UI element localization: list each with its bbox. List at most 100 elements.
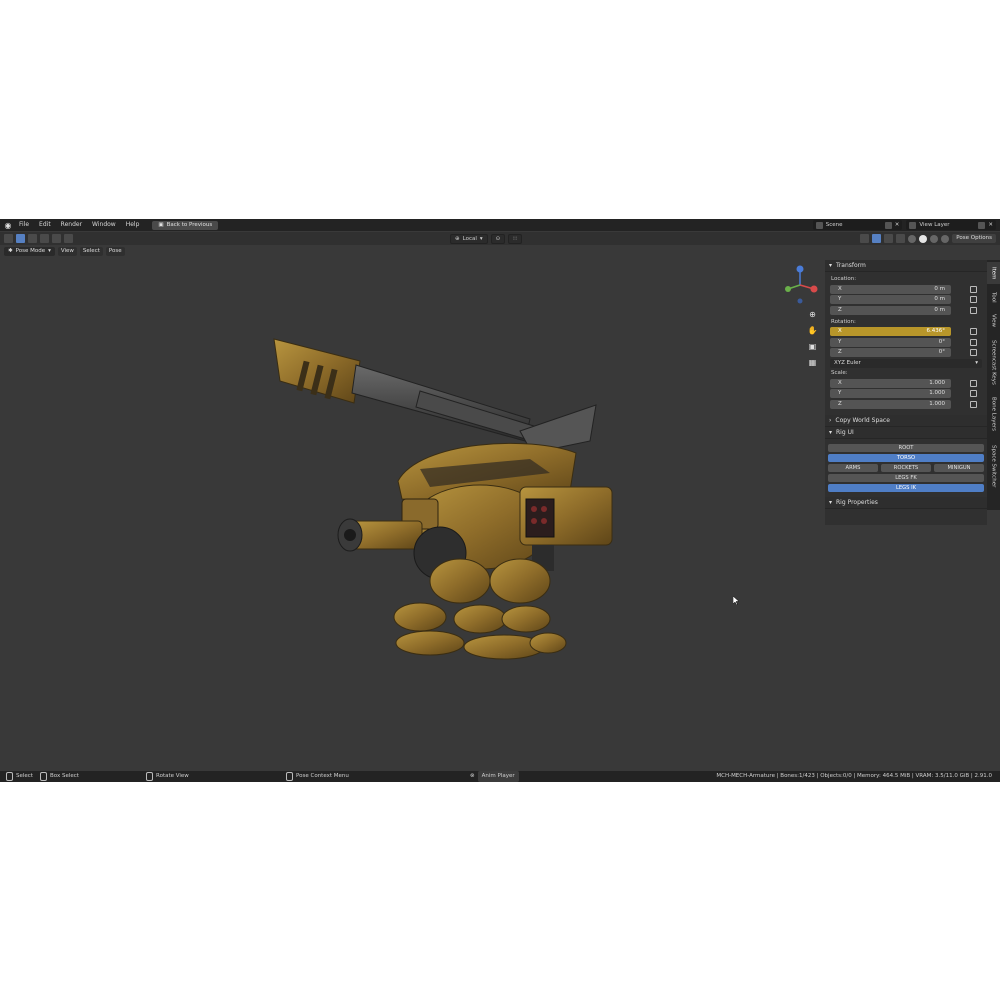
mouse-icon [286,772,293,781]
rotation-y-field[interactable]: Y 0° [830,337,951,347]
axis-label: Z [838,400,842,407]
rig-root-button[interactable]: ROOT [828,443,984,452]
select-mode-subtract-icon[interactable] [52,234,61,243]
field-value: 0° [938,338,945,345]
view-layer-copy-icon[interactable] [978,221,986,229]
tab-view[interactable]: View [987,310,1000,332]
lock-icon[interactable] [970,400,977,408]
lock-icon[interactable] [970,390,977,398]
status-select: Select [6,771,33,782]
rotation-mode-dropdown[interactable]: XYZ Euler ▾ [830,359,982,368]
transform-title: Transform [836,262,866,269]
scale-y-field[interactable]: Y 1.000 [830,389,951,399]
rig-legs-ik-button[interactable]: LEGS IK [828,483,984,492]
location-y-field[interactable]: Y 0 m [830,295,951,305]
zoom-icon[interactable]: ⊕ [807,309,818,320]
solid-shading-icon[interactable] [919,234,928,243]
transform-panel-header[interactable]: ▾ Transform [825,260,987,272]
view-layer-icon [909,221,917,229]
transform-orientation-dropdown[interactable]: ⊕ Local ▾ [450,234,488,244]
top-right-controls: Scene ✕ View Layer ✕ [812,220,996,230]
tab-tool[interactable]: Tool [987,286,1000,308]
copy-world-space-title: Copy World Space [835,416,890,424]
lock-icon[interactable] [970,379,977,387]
rig-legs-fk-button[interactable]: LEGS FK [828,473,984,482]
field-value: 1.000 [929,400,945,407]
overlay-toggle-icon[interactable] [884,234,894,243]
copy-world-space-header[interactable]: › Copy World Space [825,414,987,427]
lock-icon[interactable] [970,285,977,293]
pose-options-button[interactable]: Pose Options [952,234,996,243]
lock-icon[interactable] [970,349,977,357]
menu-select[interactable]: Select [79,247,103,256]
visibility-icon[interactable] [860,234,870,243]
menu-window[interactable]: Window [87,219,121,231]
status-anim-player: ⊗ Anim Player [470,771,519,782]
viewport-header: ⊕ Local ▾ ⊙ ∷ Pose Options [0,232,1000,245]
location-z-field[interactable]: Z 0 m [830,305,951,315]
scale-z-field[interactable]: Z 1.000 [830,399,951,409]
mode-dropdown[interactable]: ✱ Pose Mode ▾ [4,247,55,256]
snap-dropdown[interactable]: ∷ [508,234,522,244]
header-right-tools: Pose Options [860,234,996,243]
hand-icon[interactable]: ✋ [807,325,818,336]
mech-model[interactable] [270,331,620,671]
scene-close-icon[interactable]: ✕ [895,222,900,228]
rig-rockets-button[interactable]: ROCKETS [881,463,931,472]
cursor-icon [733,596,739,605]
scene-icon [815,221,823,229]
status-pose-context-menu: Pose Context Menu [286,771,349,782]
viewport-nav-tools: ⊕ ✋ ▣ ▦ [807,309,818,368]
camera-icon[interactable]: ▣ [807,341,818,352]
scale-x-field[interactable]: X 1.000 [830,378,951,388]
select-mode-new-icon[interactable] [28,234,37,243]
rotation-x-field[interactable]: X 6.436° [830,327,951,337]
lock-icon[interactable] [970,328,977,336]
location-x-field[interactable]: X 0 m [830,284,951,294]
lock-icon[interactable] [970,296,977,304]
xray-toggle-icon[interactable] [896,234,906,243]
tab-item[interactable]: Item [987,262,1000,284]
mouse-icon [6,772,13,781]
pivot-dropdown[interactable]: ⊙ [490,234,506,244]
rig-ui-header[interactable]: ▾ Rig UI [825,426,987,439]
scene-selector[interactable]: Scene ✕ [812,220,903,230]
menu-help[interactable]: Help [121,219,145,231]
tab-space-switcher[interactable]: Space Switcher [987,438,1000,494]
tab-bone-layers[interactable]: Bone Layers [987,392,1000,436]
view-layer-selector[interactable]: View Layer ✕ [906,220,996,230]
lock-icon[interactable] [970,306,977,314]
wireframe-shading-icon[interactable] [908,234,917,243]
rig-torso-button[interactable]: TORSO [828,453,984,462]
view-layer-close-icon[interactable]: ✕ [988,222,993,228]
blender-logo-icon[interactable]: ◉ [2,219,14,231]
navigation-gizmo[interactable] [778,263,822,307]
menu-edit[interactable]: Edit [34,219,56,231]
menu-view[interactable]: View [57,247,77,256]
rig-minigun-button[interactable]: MINIGUN [934,463,984,472]
mode-row: ✱ Pose Mode ▾ View Select Pose [4,247,125,256]
rendered-shading-icon[interactable] [941,234,950,243]
menu-render[interactable]: Render [56,219,87,231]
material-shading-icon[interactable] [930,234,939,243]
tab-screencast-keys[interactable]: Screencast Keys [987,334,1000,390]
select-mode-extend-icon[interactable] [40,234,49,243]
header-center-tools: ⊕ Local ▾ ⊙ ∷ [450,234,522,244]
axis-label: X [838,285,842,292]
gizmo-toggle-icon[interactable] [872,234,882,243]
select-tool-icon[interactable] [16,234,25,243]
lock-icon[interactable] [970,338,977,346]
blender-window: ◉ File Edit Render Window Help ▣ Back to… [0,219,1000,782]
select-mode-invert-icon[interactable] [64,234,73,243]
scene-copy-icon[interactable] [884,221,892,229]
grid-icon[interactable]: ▦ [807,357,818,368]
back-to-previous-button[interactable]: ▣ Back to Previous [152,220,219,230]
editor-type-icon[interactable] [4,234,13,243]
scale-z-row: Z 1.000 [825,399,987,410]
rotation-z-field[interactable]: Z 0° [830,348,951,358]
menu-pose[interactable]: Pose [105,247,125,256]
rig-properties-header[interactable]: ▾ Rig Properties [825,496,987,509]
close-icon[interactable]: ⊗ [470,771,475,782]
menu-file[interactable]: File [14,219,34,231]
rig-arms-button[interactable]: ARMS [828,463,878,472]
